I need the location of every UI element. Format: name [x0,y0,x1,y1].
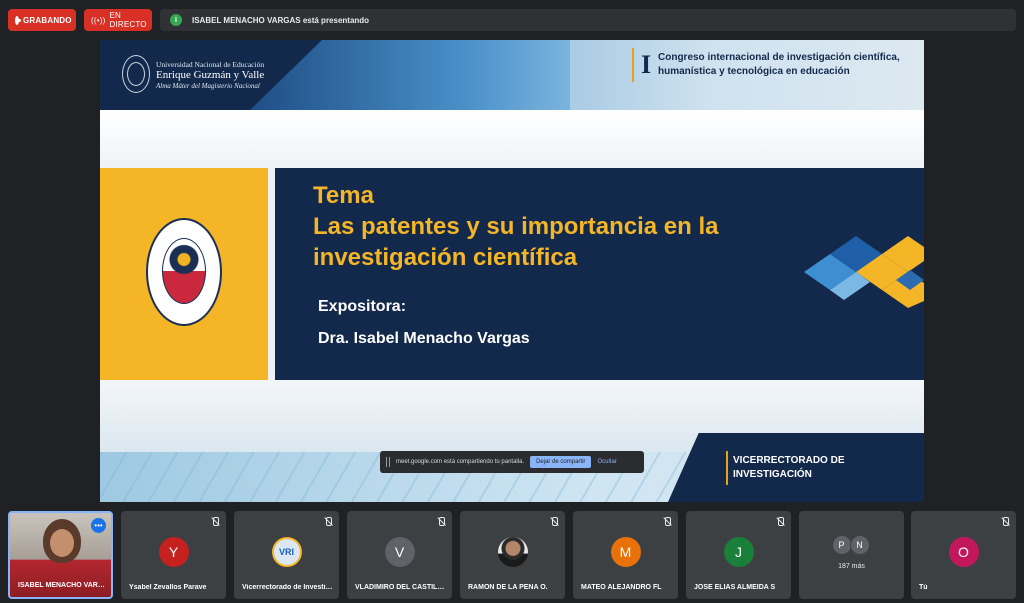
expositora-label: Expositora: [318,298,407,315]
congress-heading: I Congreso internacional de investigació… [632,46,922,82]
mic-off-icon [1000,517,1010,527]
stop-sharing-button[interactable]: Dejar de compartir [530,456,592,468]
shared-screen: Universidad Nacional de Educación Enriqu… [100,40,924,502]
participant-tile-self[interactable]: ••• ISABEL MENACHO VARGAS [8,511,113,599]
more-participants-count: 187 más [838,563,865,570]
header-white-band [100,110,924,168]
participant-avatar: N [849,535,870,555]
diamond-decoration [804,236,924,308]
hide-button[interactable]: Ocultar [597,459,616,465]
participant-name: MATEO ALEJANDRO FL [581,584,662,591]
presenter-avatar-icon: I [170,14,182,26]
live-indicator[interactable]: ((•)) EN DIRECTO [84,9,152,31]
participant-tile[interactable]: V VLADIMIRO DEL CASTILLO [347,511,452,599]
presenting-banner: I ISABEL MENACHO VARGAS está presentando [160,9,1016,31]
recording-indicator[interactable]: GRABANDO [8,9,76,31]
more-options-icon[interactable]: ••• [91,518,106,533]
mic-off-icon [775,517,785,527]
participant-name: Vicerrectorado de Investigación [242,584,334,591]
participant-name: ISABEL MENACHO VARGAS [18,582,110,589]
participant-name: Tú [919,584,928,591]
expositora-name: Dra. Isabel Menacho Vargas [318,330,530,347]
participant-avatar: M [610,537,641,567]
participant-avatar: O [948,537,979,567]
tema-text: Las patentes y su importancia en la inve… [313,213,719,271]
slide-title: Tema Las patentes y su importancia en la… [313,180,793,273]
participant-photo [497,537,528,567]
tema-label: Tema [313,182,374,209]
mic-off-icon [549,517,559,527]
participant-tile[interactable]: J JOSE ELIAS ALMEIDA S [686,511,791,599]
participant-avatar: VRI [271,537,302,567]
university-line3: Alma Máter del Magisterio Nacional [156,82,260,90]
participant-avatar: V [384,537,415,567]
vice-accent-bar [726,451,728,485]
live-label: EN DIRECTO [109,11,147,29]
participant-avatar: Y [158,537,189,567]
participant-tile[interactable]: RAMON DE LA PEÑA O. [460,511,565,599]
university-logo [122,55,150,93]
screen-share-bar: meet.google.com está compartiendo tu pan… [380,451,644,473]
vice-text: VICERRECTORADO DE INVESTIGACIÓN [733,455,845,480]
participant-name: RAMON DE LA PEÑA O. [468,584,548,591]
participant-group-avatars: P N [831,535,872,555]
congress-title: Congreso internacional de investigación … [658,52,900,77]
mic-off-icon [210,517,220,527]
university-seal [146,218,222,326]
participant-tile[interactable]: VRI Vicerrectorado de Investigación [234,511,339,599]
university-line1: Universidad Nacional de Educación [156,60,265,69]
participant-name: VLADIMIRO DEL CASTILLO [355,584,447,591]
presenting-text: ISABEL MENACHO VARGAS está presentando [192,15,370,25]
congress-numeral: I [641,50,652,79]
share-message: meet.google.com está compartiendo tu pan… [396,459,525,465]
top-bar: GRABANDO ((•)) EN DIRECTO I ISABEL MENAC… [0,0,1024,38]
drag-handle-icon[interactable] [386,457,390,467]
participant-name: Ysabel Zevallos Parave [129,584,207,591]
participant-avatar: P [831,535,852,555]
participant-strip: ••• ISABEL MENACHO VARGAS Y Ysabel Zeval… [8,511,1016,599]
mic-off-icon [662,517,672,527]
seal-emblem-icon [162,238,206,304]
participant-video [43,519,81,563]
mic-off-icon [436,517,446,527]
broadcast-icon: ((•)) [91,15,106,25]
participant-name: JOSE ELIAS ALMEIDA S [694,584,776,591]
more-participants-tile[interactable]: P N 187 más [799,511,904,599]
participant-tile[interactable]: Y Ysabel Zevallos Parave [121,511,226,599]
participant-tile[interactable]: M MATEO ALEJANDRO FL [573,511,678,599]
recording-label: GRABANDO [23,15,72,25]
mic-off-icon [323,517,333,527]
participant-avatar: J [723,537,754,567]
congress-accent-bar [632,48,634,82]
record-icon [15,15,21,25]
university-line2: Enrique Guzmán y Valle [156,69,265,81]
participant-tile-you[interactable]: O Tú [911,511,1016,599]
